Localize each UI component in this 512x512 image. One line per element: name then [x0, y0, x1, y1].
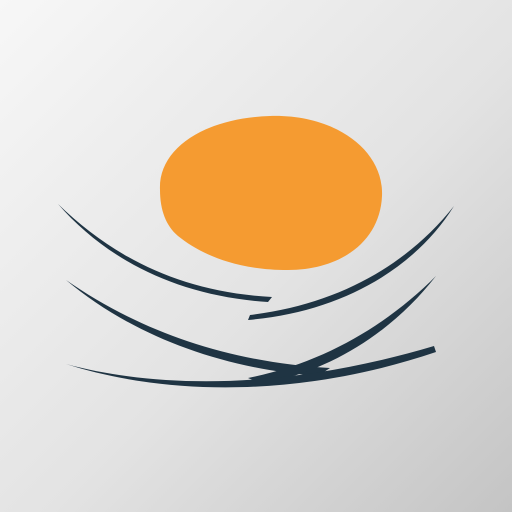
app-icon [0, 0, 512, 512]
nest-egg-icon [0, 0, 512, 512]
